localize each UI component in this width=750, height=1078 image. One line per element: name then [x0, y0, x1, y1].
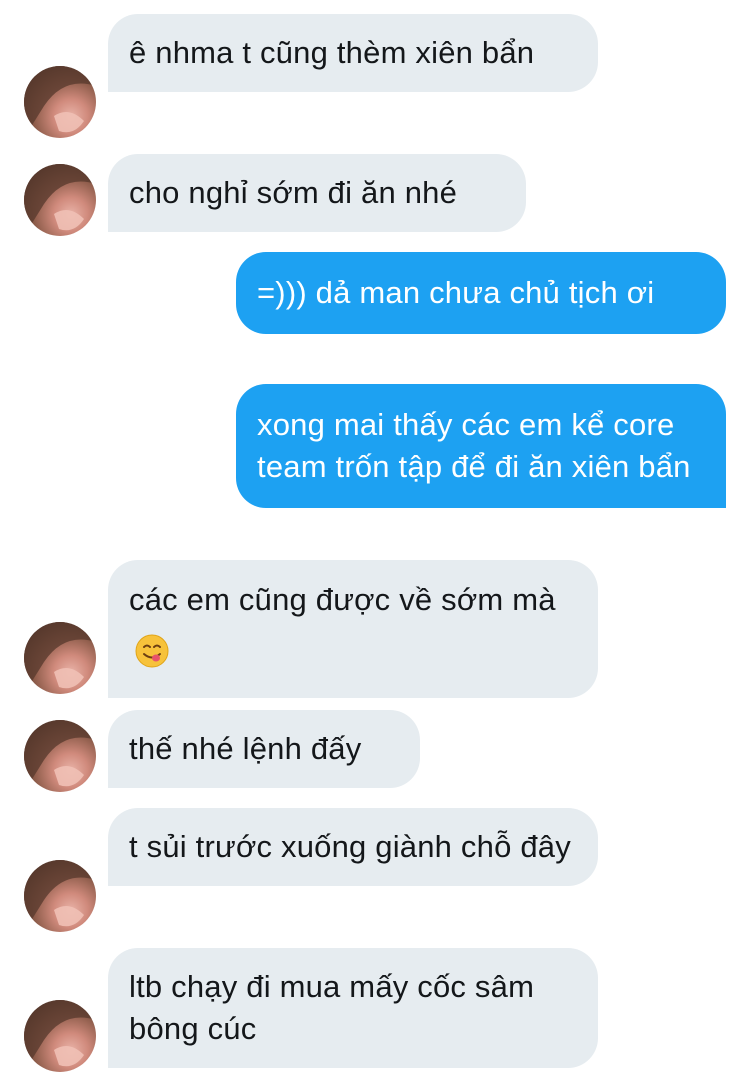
message-text: thế nhé lệnh đấy: [129, 731, 362, 766]
message-text: xong mai thấy các em kể core team trốn t…: [257, 407, 691, 484]
contact-avatar[interactable]: [24, 164, 96, 236]
savoring-face-emoji: [135, 632, 169, 684]
message-bubble-incoming[interactable]: thế nhé lệnh đấy: [108, 710, 420, 788]
message-text: các em cũng được về sớm mà: [129, 582, 556, 617]
message-text: ê nhma t cũng thèm xiên bẩn: [129, 35, 535, 70]
contact-avatar[interactable]: [24, 720, 96, 792]
message-bubble-incoming[interactable]: t sủi trước xuống giành chỗ đây: [108, 808, 598, 886]
message-text: cho nghỉ sớm đi ăn nhé: [129, 175, 458, 210]
message-bubble-incoming[interactable]: ltb chạy đi mua mấy cốc sâm bông cúc: [108, 948, 598, 1068]
contact-avatar[interactable]: [24, 860, 96, 932]
message-text: =))) dả man chưa chủ tịch ơi: [257, 275, 655, 310]
message-bubble-outgoing[interactable]: =))) dả man chưa chủ tịch ơi: [236, 252, 726, 334]
message-bubble-outgoing[interactable]: xong mai thấy các em kể core team trốn t…: [236, 384, 726, 508]
message-bubble-incoming[interactable]: ê nhma t cũng thèm xiên bẩn: [108, 14, 598, 92]
contact-avatar[interactable]: [24, 622, 96, 694]
message-bubble-incoming[interactable]: cho nghỉ sớm đi ăn nhé: [108, 154, 526, 232]
message-text: t sủi trước xuống giành chỗ đây: [129, 829, 571, 864]
message-bubble-incoming[interactable]: các em cũng được về sớm mà: [108, 560, 598, 698]
message-text: ltb chạy đi mua mấy cốc sâm bông cúc: [129, 969, 535, 1046]
contact-avatar[interactable]: [24, 66, 96, 138]
conversation-thread: ê nhma t cũng thèm xiên bẩn cho nghỉ sớm…: [0, 0, 750, 1078]
contact-avatar[interactable]: [24, 1000, 96, 1072]
